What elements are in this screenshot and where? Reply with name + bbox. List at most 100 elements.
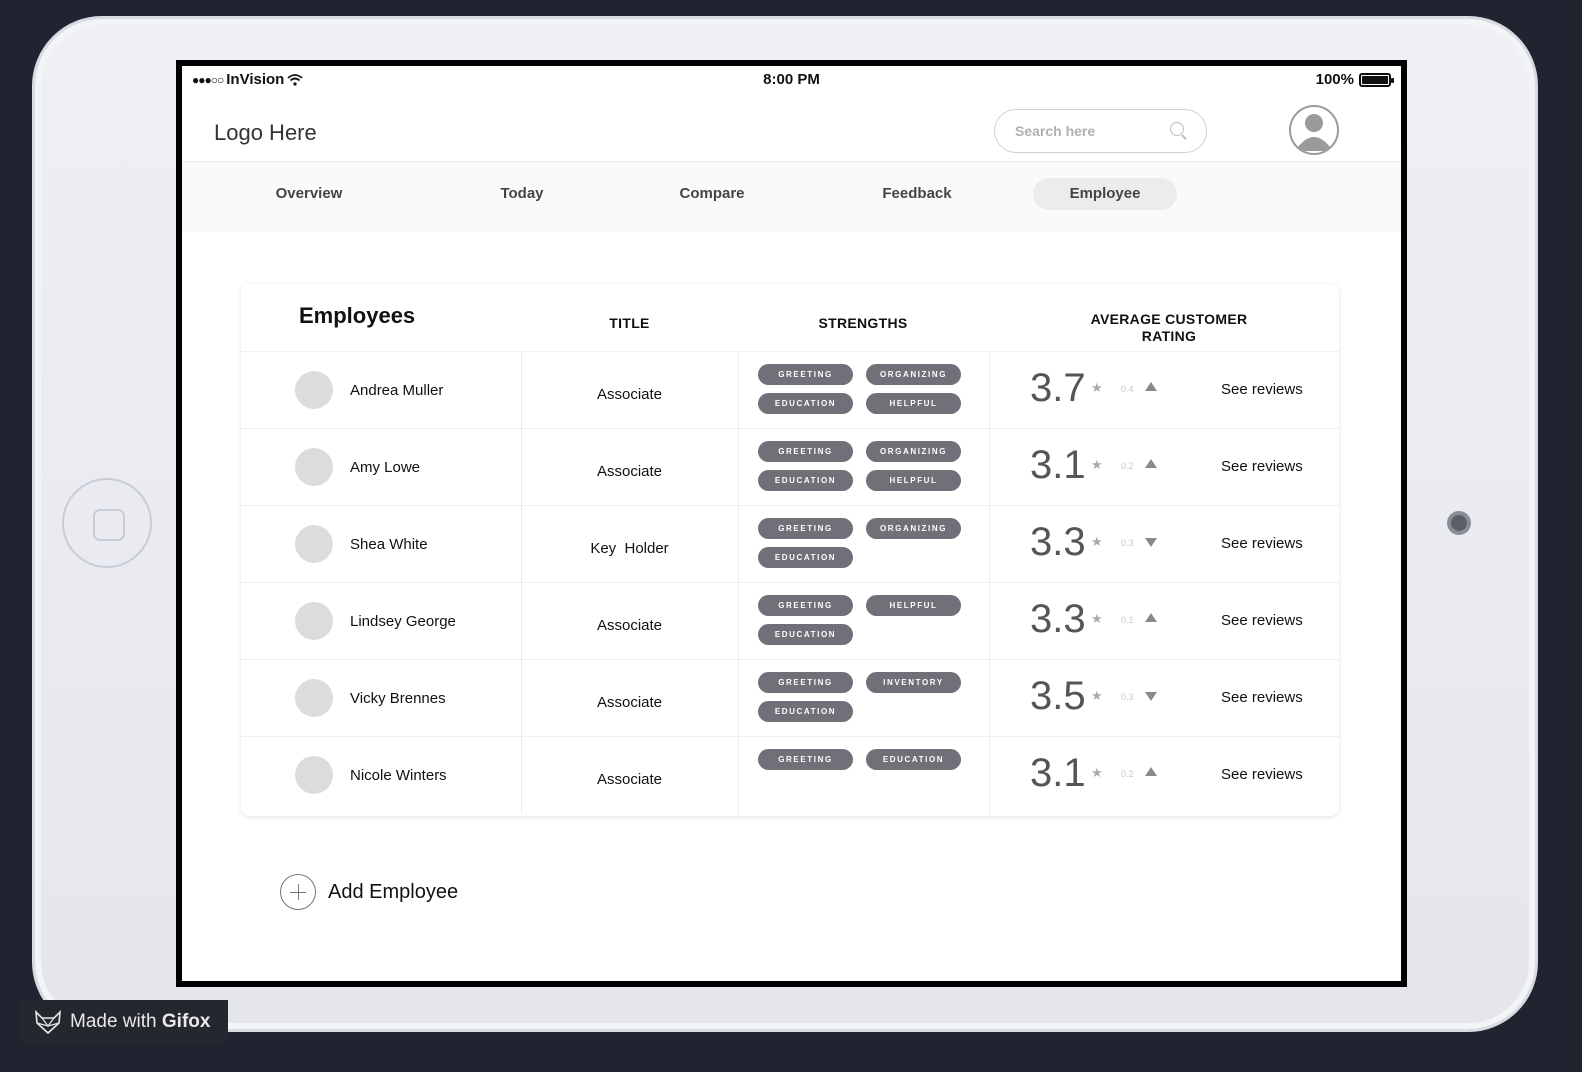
app-header: Logo Here Search here xyxy=(182,92,1401,162)
see-reviews-link[interactable]: See reviews xyxy=(1221,381,1303,398)
employee-name: Nicole Winters xyxy=(350,767,447,784)
column-divider xyxy=(989,429,990,505)
column-divider xyxy=(738,352,739,428)
rating-delta: 0.2 xyxy=(1121,769,1134,779)
strengths-list: GREETING EDUCATION xyxy=(758,749,968,770)
rating-delta: 0.3 xyxy=(1121,692,1134,702)
table-title: Employees xyxy=(299,303,416,328)
fox-icon xyxy=(35,1009,61,1034)
employee-title: Associate xyxy=(596,617,663,634)
tab-employee[interactable]: Employee xyxy=(1033,178,1177,210)
column-divider xyxy=(738,506,739,582)
search-icon[interactable] xyxy=(1170,122,1188,140)
table-row: Shea White Key Holder GREETING ORGANIZING… xyxy=(241,506,1339,583)
plus-circle-icon[interactable] xyxy=(280,874,316,910)
tab-feedback[interactable]: Feedback xyxy=(867,178,967,210)
rating-value: 3.1 xyxy=(1030,443,1086,487)
column-divider xyxy=(738,737,739,814)
avatar xyxy=(295,525,333,563)
see-reviews-link[interactable]: See reviews xyxy=(1221,612,1303,629)
employee-name: Amy Lowe xyxy=(350,459,421,476)
strengths-list: GREETING INVENTORY EDUCATION xyxy=(758,672,968,722)
employee-name: Andrea Muller xyxy=(350,382,444,399)
strength-tag: HELPFUL xyxy=(866,595,961,616)
strengths-list: GREETING HELPFUL EDUCATION xyxy=(758,595,968,645)
trend-up-icon xyxy=(1145,613,1157,622)
rating-delta: 0.3 xyxy=(1121,538,1134,548)
see-reviews-link[interactable]: See reviews xyxy=(1221,535,1303,552)
user-avatar-icon[interactable] xyxy=(1289,105,1339,155)
strengths-list: GREETING ORGANIZING EDUCATION HELPFUL xyxy=(758,441,968,491)
app-screen: ●●●○○ InVision 8:00 PM 100% Logo Here Se… xyxy=(182,66,1401,981)
trend-up-icon xyxy=(1145,459,1157,468)
employee-name: Shea White xyxy=(350,536,428,553)
add-employee-label: Add Employee xyxy=(328,880,459,903)
rating-delta: 0.1 xyxy=(1121,615,1134,625)
strength-tag: ORGANIZING xyxy=(866,364,961,385)
trend-down-icon xyxy=(1145,692,1157,701)
battery-percent: 100% xyxy=(1315,71,1354,88)
see-reviews-link[interactable]: See reviews xyxy=(1221,458,1303,475)
employee-title: Associate xyxy=(596,463,663,480)
column-divider xyxy=(989,506,990,582)
rating-value: 3.3 xyxy=(1030,520,1086,564)
rating-value: 3.1 xyxy=(1030,751,1086,795)
strength-tag: HELPFUL xyxy=(866,470,961,491)
tab-compare[interactable]: Compare xyxy=(662,178,762,210)
rating-delta: 0.2 xyxy=(1121,461,1134,471)
table-row: Vicky Brennes Associate GREETING INVENTOR… xyxy=(241,660,1339,737)
avatar xyxy=(295,602,333,640)
tab-today[interactable]: Today xyxy=(477,178,567,210)
tab-overview[interactable]: Overview xyxy=(262,178,356,210)
table-header: Employees TITLE STRENGTHS AVERAGE CUSTOM… xyxy=(241,284,1339,352)
column-divider xyxy=(989,583,990,659)
trend-up-icon xyxy=(1145,767,1157,776)
star-icon: ★ xyxy=(1091,765,1103,780)
watermark-brand: Gifox xyxy=(161,1010,211,1032)
home-button[interactable] xyxy=(62,478,152,568)
strength-tag: INVENTORY xyxy=(866,672,961,693)
strength-tag: EDUCATION xyxy=(866,749,961,770)
status-bar: ●●●○○ InVision 8:00 PM 100% xyxy=(182,66,1401,92)
strength-tag: ORGANIZING xyxy=(866,518,961,539)
column-divider xyxy=(989,352,990,428)
home-square-icon xyxy=(93,509,125,541)
column-divider xyxy=(738,583,739,659)
strength-tag: EDUCATION xyxy=(758,624,853,645)
strengths-list: GREETING ORGANIZING EDUCATION HELPFUL xyxy=(758,364,968,414)
device-screen: ●●●○○ InVision 8:00 PM 100% Logo Here Se… xyxy=(176,60,1407,987)
add-employee-button[interactable]: Add Employee xyxy=(280,874,458,910)
strength-tag: GREETING xyxy=(758,364,853,385)
status-time: 8:00 PM xyxy=(763,71,820,88)
search-placeholder: Search here xyxy=(1015,123,1096,139)
logo[interactable]: Logo Here xyxy=(214,120,317,146)
star-icon: ★ xyxy=(1091,380,1103,395)
strength-tag: GREETING xyxy=(758,595,853,616)
nav-tabs: Overview Today Compare Feedback Employee xyxy=(182,162,1401,232)
rating-value: 3.5 xyxy=(1030,674,1086,718)
column-divider xyxy=(738,660,739,736)
see-reviews-link[interactable]: See reviews xyxy=(1221,766,1303,783)
star-icon: ★ xyxy=(1091,611,1103,626)
strength-tag: GREETING xyxy=(758,672,853,693)
column-title: TITLE xyxy=(609,315,650,331)
column-rating-line2: RATING xyxy=(1141,328,1197,344)
employees-table: Employees TITLE STRENGTHS AVERAGE CUSTOM… xyxy=(241,284,1339,816)
camera xyxy=(1447,511,1471,535)
avatar xyxy=(295,679,333,717)
strength-tag: ORGANIZING xyxy=(866,441,961,462)
table-row: Nicole Winters Associate GREETING EDUCATI… xyxy=(241,737,1339,814)
employee-name: Lindsey George xyxy=(350,613,456,630)
strengths-list: GREETING ORGANIZING EDUCATION xyxy=(758,518,968,568)
column-divider xyxy=(738,429,739,505)
column-rating: AVERAGE CUSTOMER RATING xyxy=(1041,311,1297,345)
search-input[interactable]: Search here xyxy=(994,109,1207,153)
rating-value: 3.3 xyxy=(1030,597,1086,641)
strength-tag: GREETING xyxy=(758,518,853,539)
strength-tag: GREETING xyxy=(758,441,853,462)
see-reviews-link[interactable]: See reviews xyxy=(1221,689,1303,706)
strength-tag: EDUCATION xyxy=(758,547,853,568)
employee-title: Associate xyxy=(596,386,663,403)
star-icon: ★ xyxy=(1091,534,1103,549)
strength-tag: HELPFUL xyxy=(866,393,961,414)
